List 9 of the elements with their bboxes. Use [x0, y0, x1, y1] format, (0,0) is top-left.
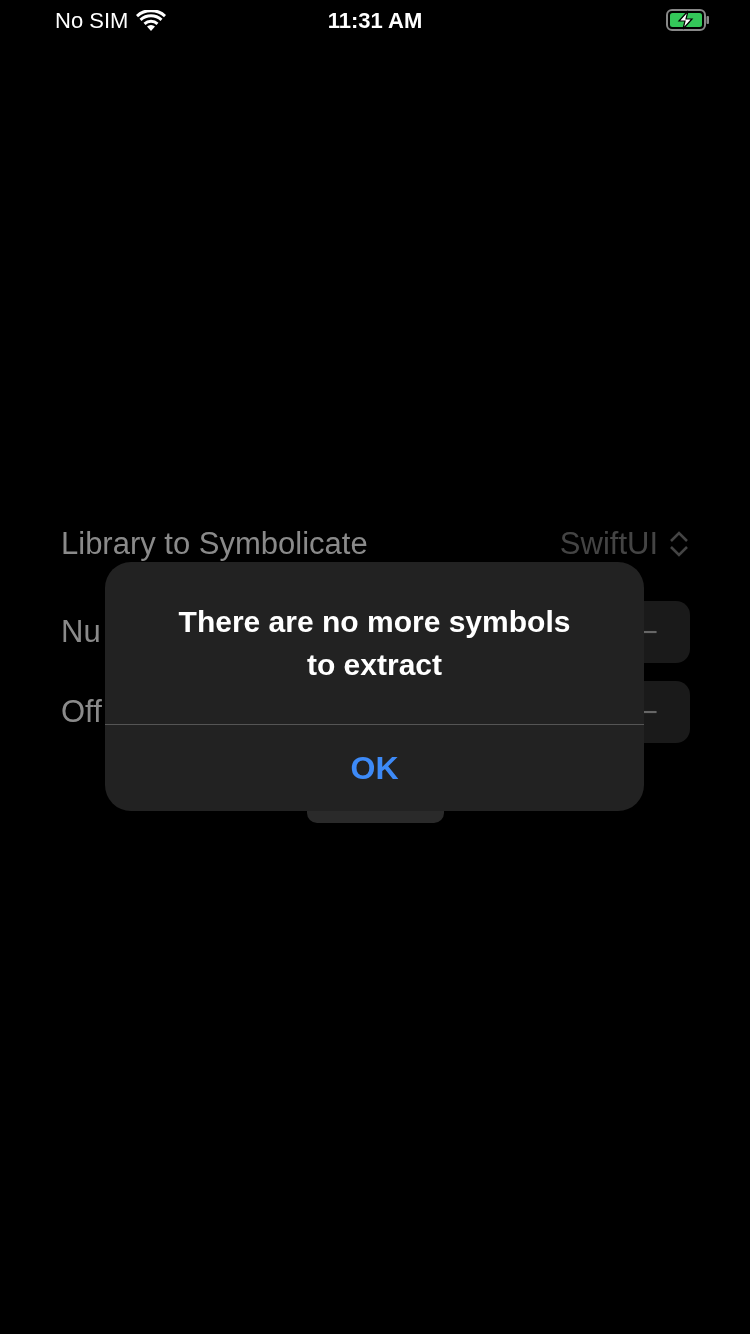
carrier-label: No SIM — [55, 8, 129, 34]
chevron-icon — [668, 530, 690, 558]
alert-title: There are no more symbols to extract — [177, 604, 572, 683]
row-label: Library to Symbolicate — [61, 526, 368, 562]
wifi-icon — [136, 10, 167, 32]
row-label: Off — [61, 694, 102, 730]
row-label: Nu — [61, 614, 101, 650]
ok-button[interactable]: OK — [105, 725, 644, 811]
clock: 11:31 AM — [327, 8, 423, 34]
